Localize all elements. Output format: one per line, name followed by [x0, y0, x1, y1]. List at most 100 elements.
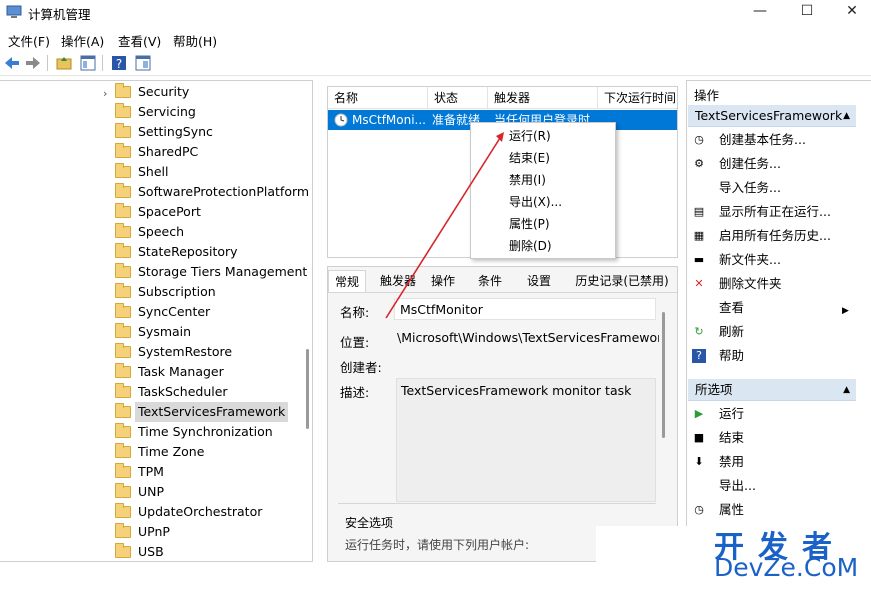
disable-icon: ⬇: [694, 455, 704, 468]
show-tree-icon[interactable]: [79, 54, 97, 72]
task-clock-icon: [334, 113, 348, 127]
forward-arrow-icon[interactable]: [24, 54, 42, 72]
folder-icon: [115, 423, 131, 438]
action-item-label: 运行: [719, 406, 745, 421]
stop-icon: ■: [693, 431, 705, 444]
details-scrollbar[interactable]: [662, 312, 665, 438]
folder-icon: [115, 443, 131, 458]
action-item-label: 禁用: [719, 454, 745, 469]
actions-section-folder[interactable]: TextServicesFramework ▲: [688, 105, 856, 127]
up-folder-icon[interactable]: [55, 54, 73, 72]
minimize-button[interactable]: —: [737, 0, 783, 24]
running-tasks-icon: ▤: [693, 205, 705, 218]
description-value: TextServicesFramework monitor task: [401, 383, 632, 398]
back-arrow-icon[interactable]: [3, 54, 21, 72]
tree-item-label: Security: [138, 84, 190, 99]
column-name[interactable]: 名称: [328, 87, 428, 109]
context-menu: 运行(R) 结束(E) 禁用(I) 导出(X)... 属性(P) 删除(D): [470, 122, 616, 259]
name-field[interactable]: MsCtfMonitor: [394, 298, 656, 320]
action-item-label: 查看: [719, 300, 745, 315]
actions-title: 操作: [694, 88, 720, 103]
name-label: 名称:: [340, 305, 370, 320]
action-item-label: 启用所有任务历史...: [719, 228, 831, 243]
menu-help[interactable]: 帮助(H): [173, 31, 217, 50]
actions-section-selected[interactable]: 所选项 ▲: [688, 379, 856, 401]
tab-history[interactable]: 历史记录(已禁用): [568, 270, 676, 292]
menu-action[interactable]: 操作(A): [61, 31, 104, 50]
collapse-icon[interactable]: ▲: [843, 105, 850, 127]
folder-icon: [115, 543, 131, 558]
task-name: MsCtfMoni...: [352, 113, 426, 127]
security-options-subtitle: 运行任务时，请使用下列用户帐户:: [345, 538, 530, 552]
action-item-label: 导入任务...: [719, 180, 781, 195]
column-next-run[interactable]: 下次运行时间: [598, 87, 677, 109]
actions-section-folder-label: TextServicesFramework: [695, 108, 843, 123]
tree-item-label: TaskScheduler: [138, 384, 228, 399]
column-status[interactable]: 状态: [428, 87, 488, 109]
chevron-right-icon[interactable]: ›: [103, 87, 107, 100]
folder-icon: [115, 203, 131, 218]
blank-icon: [692, 301, 706, 315]
tabs-divider: [328, 292, 677, 293]
tree-item-label: Shell: [138, 164, 169, 179]
folder-icon: [115, 243, 131, 258]
create-task-icon: ⚙: [694, 157, 704, 170]
folder-icon: [115, 503, 131, 518]
tab-actions[interactable]: 操作: [423, 270, 463, 292]
folder-icon: [115, 83, 131, 98]
folder-icon: [115, 343, 131, 358]
action-item-label: 创建基本任务...: [719, 132, 806, 147]
action-item-label: 结束: [719, 430, 745, 445]
menu-view[interactable]: 查看(V): [118, 31, 161, 50]
location-label: 位置:: [340, 335, 370, 350]
create-basic-task-icon: ◷: [694, 133, 704, 146]
tab-settings[interactable]: 设置: [519, 270, 559, 292]
author-label: 创建者:: [340, 360, 382, 375]
tab-general[interactable]: 常规: [328, 270, 366, 292]
collapse-icon[interactable]: ▲: [843, 379, 850, 401]
name-value: MsCtfMonitor: [400, 302, 483, 317]
folder-icon: [115, 303, 131, 318]
column-trigger[interactable]: 触发器: [488, 87, 598, 109]
toolbar-separator: [102, 55, 103, 71]
tree-item-label: UNP: [138, 484, 165, 499]
close-button[interactable]: ✕: [829, 0, 871, 24]
console-tree-icon[interactable]: [134, 54, 152, 72]
action-item-label: 创建任务...: [719, 156, 781, 171]
actions-section-selected-label: 所选项: [695, 382, 733, 397]
maximize-button[interactable]: ☐: [784, 0, 830, 24]
computer-management-icon: [6, 5, 22, 18]
ctx-export[interactable]: 导出(X)...: [509, 192, 562, 212]
ctx-disable[interactable]: 禁用(I): [509, 170, 546, 190]
ctx-delete[interactable]: 删除(D): [509, 236, 552, 256]
security-options-title: 安全选项: [345, 516, 394, 530]
watermark-line2: DevZe.CoM: [714, 553, 859, 582]
folder-icon: [115, 123, 131, 138]
toolbar: ?: [0, 50, 871, 76]
tree-item-label: Sysmain: [138, 324, 192, 339]
tree-item-label: Storage Tiers Management: [138, 264, 308, 279]
submenu-arrow-icon: ▶: [842, 306, 849, 316]
tab-conditions[interactable]: 条件: [470, 270, 510, 292]
folder-icon: [115, 483, 131, 498]
menu-bar: 文件(F) 操作(A) 查看(V) 帮助(H): [0, 28, 871, 50]
folder-icon: [115, 103, 131, 118]
help-icon[interactable]: ?: [110, 54, 128, 72]
task-list-header: 名称 状态 触发器 下次运行时间: [328, 87, 677, 109]
ctx-properties[interactable]: 属性(P): [509, 214, 550, 234]
description-field[interactable]: TextServicesFramework monitor task: [396, 378, 656, 502]
tree-pane: › Security Servicing SettingSync SharedPC Sh…: [0, 80, 313, 562]
tree-item-label: TPM: [138, 464, 164, 479]
tree-item-label: SharedPC: [138, 144, 199, 159]
folder-icon: [115, 363, 131, 378]
tree-item-label: Task Manager: [138, 364, 224, 379]
tab-triggers[interactable]: 触发器: [374, 270, 422, 292]
folder-icon: [115, 163, 131, 178]
ctx-end[interactable]: 结束(E): [509, 148, 550, 168]
tree-item-label: SettingSync: [138, 124, 213, 139]
tree-item-label: SoftwareProtectionPlatform: [138, 184, 310, 199]
menu-file[interactable]: 文件(F): [8, 31, 50, 50]
tree-scrollbar[interactable]: [306, 349, 309, 429]
ctx-run[interactable]: 运行(R): [509, 126, 551, 146]
tree-item-label: Speech: [138, 224, 185, 239]
